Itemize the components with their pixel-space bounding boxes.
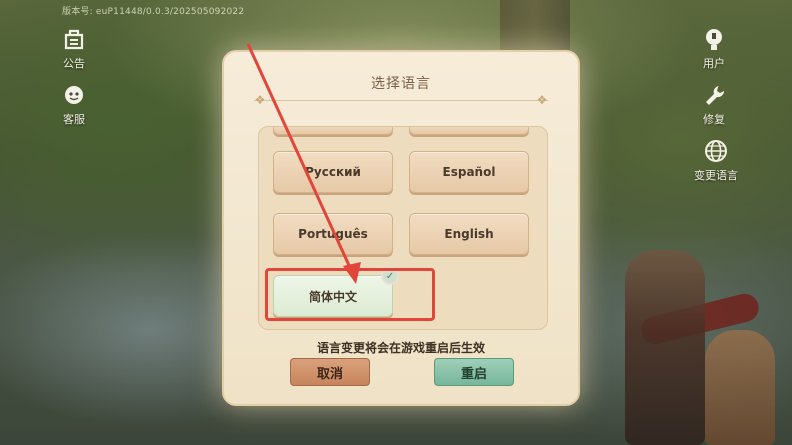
annotation-arrow [246,43,361,284]
